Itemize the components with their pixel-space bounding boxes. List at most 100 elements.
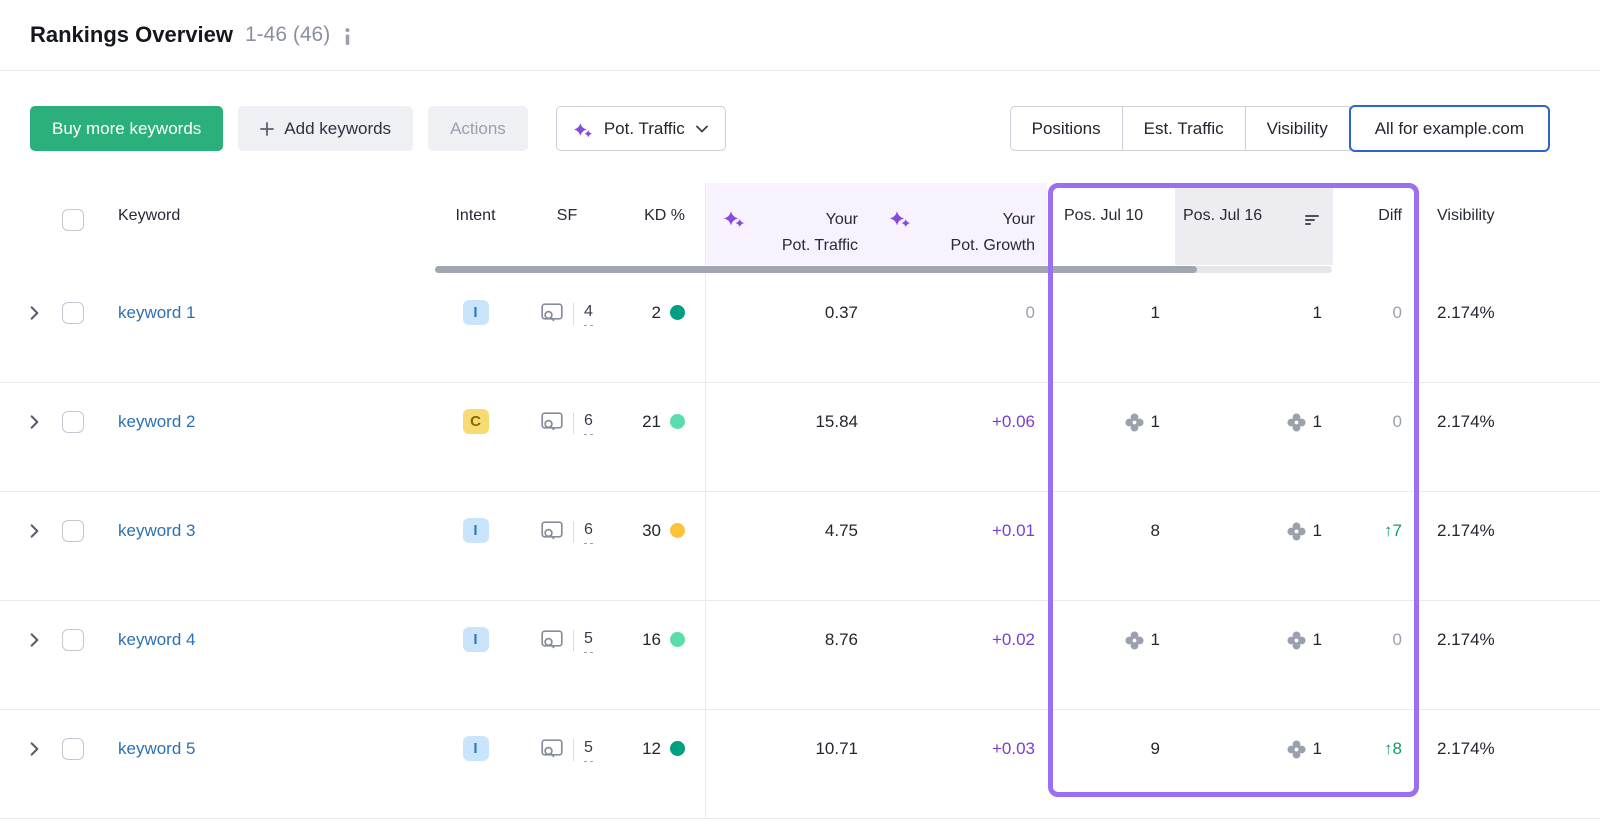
pos-jul10-value: 1 bbox=[1151, 627, 1160, 653]
row-checkbox[interactable] bbox=[62, 520, 84, 542]
kd-difficulty-dot bbox=[670, 523, 685, 538]
select-all-checkbox[interactable] bbox=[62, 209, 84, 231]
row-checkbox[interactable] bbox=[62, 629, 84, 651]
expand-row-icon[interactable] bbox=[30, 415, 39, 429]
serp-features-icon[interactable] bbox=[541, 412, 563, 437]
pos-jul10-value: 9 bbox=[1151, 736, 1160, 762]
col-header-kd[interactable]: KD % bbox=[611, 183, 705, 265]
table-row: keyword 3 I 6 30 4.75 +0.01 8 1 ↑7 2.174… bbox=[0, 492, 1600, 601]
serp-feature-position-icon bbox=[1287, 631, 1306, 655]
add-keywords-button[interactable]: Add keywords bbox=[238, 106, 413, 151]
divider bbox=[573, 630, 574, 652]
intent-badge: I bbox=[463, 300, 489, 325]
table-row: keyword 1 I 4 2 0.37 0 1 1 0 2.174% bbox=[0, 274, 1600, 383]
row-checkbox[interactable] bbox=[62, 302, 84, 324]
kd-value: 2 bbox=[652, 300, 661, 326]
divider bbox=[573, 521, 574, 543]
col-header-diff[interactable]: Diff bbox=[1333, 183, 1420, 265]
sort-icon[interactable] bbox=[1305, 214, 1321, 226]
rankings-overview-page: Rankings Overview 1-46 (46) Buy more key… bbox=[0, 0, 1600, 837]
tab-est-traffic[interactable]: Est. Traffic bbox=[1122, 106, 1246, 151]
col-header-sf[interactable]: SF bbox=[523, 183, 611, 265]
kd-difficulty-dot bbox=[670, 741, 685, 756]
kd-value: 16 bbox=[642, 627, 661, 653]
pos-jul10-value: 1 bbox=[1151, 409, 1160, 435]
kd-difficulty-dot bbox=[670, 305, 685, 320]
pot-traffic-value: 15.84 bbox=[815, 409, 858, 435]
expand-row-icon[interactable] bbox=[30, 524, 39, 538]
serp-features-count[interactable]: 6 bbox=[584, 409, 593, 435]
serp-features-icon[interactable] bbox=[541, 521, 563, 546]
pot-growth-value: +0.03 bbox=[992, 736, 1035, 762]
divider bbox=[573, 739, 574, 761]
pot-growth-value: +0.01 bbox=[992, 518, 1035, 544]
diff-value: 0 bbox=[1393, 300, 1402, 326]
title-bar: Rankings Overview 1-46 (46) bbox=[0, 0, 1600, 71]
actions-button[interactable]: Actions bbox=[428, 106, 528, 151]
keyword-link[interactable]: keyword 2 bbox=[118, 409, 195, 435]
buy-more-keywords-button[interactable]: Buy more keywords bbox=[30, 106, 223, 151]
arrow-up-icon: ↑ bbox=[1384, 521, 1393, 540]
info-icon[interactable] bbox=[344, 28, 351, 45]
keyword-link[interactable]: keyword 5 bbox=[118, 736, 195, 762]
kd-difficulty-dot bbox=[670, 632, 685, 647]
col-header-pot-growth[interactable]: YourPot. Growth bbox=[875, 183, 1047, 265]
col-header-pos-jul16[interactable]: Pos. Jul 16 bbox=[1175, 183, 1333, 265]
visibility-value: 2.174% bbox=[1437, 518, 1495, 544]
results-range: 1-46 (46) bbox=[245, 23, 330, 47]
plus-icon bbox=[260, 122, 274, 136]
tab-visibility[interactable]: Visibility bbox=[1245, 106, 1350, 151]
pot-growth-value: +0.02 bbox=[992, 627, 1035, 653]
serp-features-count[interactable]: 6 bbox=[584, 518, 593, 544]
divider bbox=[573, 412, 574, 434]
col-header-visibility[interactable]: Visibility bbox=[1420, 183, 1570, 265]
serp-features-icon[interactable] bbox=[541, 630, 563, 655]
pot-traffic-value: 10.71 bbox=[815, 736, 858, 762]
row-checkbox[interactable] bbox=[62, 411, 84, 433]
toolbar: Buy more keywords Add keywords Actions P… bbox=[0, 71, 1600, 151]
pos-jul10-value: 8 bbox=[1151, 518, 1160, 544]
pos-jul16-value: 1 bbox=[1313, 736, 1322, 762]
serp-feature-position-icon bbox=[1125, 631, 1144, 655]
keyword-link[interactable]: keyword 1 bbox=[118, 300, 195, 326]
serp-features-count[interactable]: 4 bbox=[584, 300, 593, 326]
visibility-value: 2.174% bbox=[1437, 627, 1495, 653]
sparkles-icon bbox=[890, 210, 911, 228]
col-header-pos-jul10[interactable]: Pos. Jul 10 bbox=[1047, 183, 1175, 265]
horizontal-scrollbar bbox=[0, 265, 1600, 274]
serp-features-count[interactable]: 5 bbox=[584, 736, 593, 762]
col-header-intent[interactable]: Intent bbox=[428, 183, 523, 265]
divider bbox=[573, 303, 574, 325]
expand-row-icon[interactable] bbox=[30, 306, 39, 320]
serp-features-count[interactable]: 5 bbox=[584, 627, 593, 653]
diff-value: 0 bbox=[1393, 409, 1402, 435]
intent-badge: I bbox=[463, 736, 489, 761]
pot-traffic-value: 8.76 bbox=[825, 627, 858, 653]
visibility-value: 2.174% bbox=[1437, 300, 1495, 326]
row-checkbox[interactable] bbox=[62, 738, 84, 760]
serp-features-icon[interactable] bbox=[541, 739, 563, 764]
expand-row-icon[interactable] bbox=[30, 742, 39, 756]
tab-all-for-domain[interactable]: All for example.com bbox=[1349, 105, 1550, 152]
pos-jul16-value: 1 bbox=[1313, 518, 1322, 544]
col-header-keyword[interactable]: Keyword bbox=[98, 183, 428, 265]
pot-growth-value: 0 bbox=[1026, 300, 1035, 326]
visibility-value: 2.174% bbox=[1437, 736, 1495, 762]
expand-row-icon[interactable] bbox=[30, 633, 39, 647]
diff-value: ↑8 bbox=[1384, 736, 1402, 762]
tab-positions[interactable]: Positions bbox=[1010, 106, 1123, 151]
col-header-pot-traffic[interactable]: YourPot. Traffic bbox=[705, 183, 875, 265]
page-title: Rankings Overview bbox=[30, 22, 233, 48]
pos-jul16-value: 1 bbox=[1313, 409, 1322, 435]
metric-dropdown-value: Pot. Traffic bbox=[604, 119, 685, 139]
pot-growth-value: +0.06 bbox=[992, 409, 1035, 435]
scrollbar-thumb[interactable] bbox=[435, 266, 1197, 273]
pos-jul16-value: 1 bbox=[1313, 627, 1322, 653]
serp-features-icon[interactable] bbox=[541, 303, 563, 328]
pos-jul16-value: 1 bbox=[1313, 300, 1322, 326]
table-row: keyword 4 I 5 16 8.76 +0.02 1 1 0 2.1 bbox=[0, 601, 1600, 710]
keyword-link[interactable]: keyword 3 bbox=[118, 518, 195, 544]
pos-jul10-value: 1 bbox=[1151, 300, 1160, 326]
keyword-link[interactable]: keyword 4 bbox=[118, 627, 195, 653]
metric-dropdown[interactable]: Pot. Traffic bbox=[556, 106, 726, 151]
